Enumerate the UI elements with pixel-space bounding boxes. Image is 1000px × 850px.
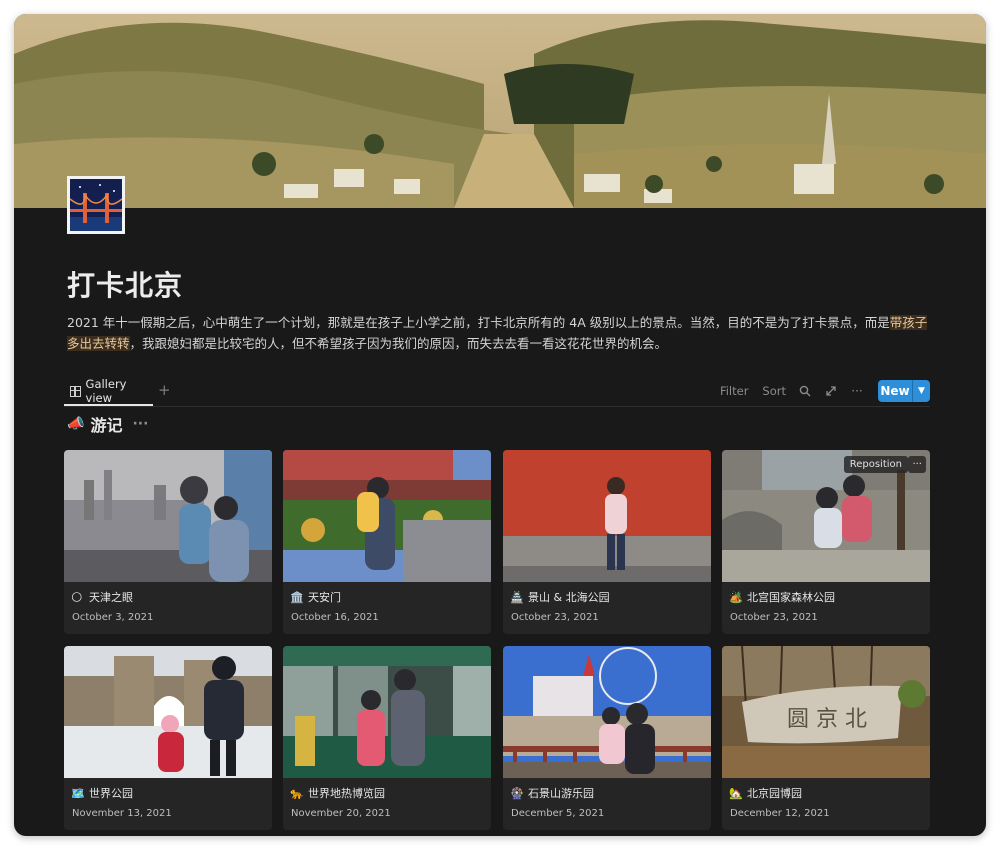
gallery-card[interactable]: 🐆 世界地热博览园 November 20, 2021 <box>283 646 491 830</box>
cover-more-button[interactable]: ··· <box>908 456 926 473</box>
card-date: October 3, 2021 <box>72 612 154 623</box>
card-cover-image <box>283 646 491 778</box>
card-title: 🐆 世界地热博览园 <box>290 785 385 801</box>
toolbar-actions: Filter Sort ··· New ▼ <box>706 380 930 402</box>
database-toolbar: Gallery view + Filter Sort ··· New ▼ <box>64 377 930 407</box>
card-title-text: 天安门 <box>308 591 341 604</box>
more-options-icon[interactable]: ··· <box>850 384 864 398</box>
card-date: October 23, 2021 <box>511 612 599 623</box>
moon-icon: 🌕 <box>71 590 83 604</box>
card-cover-image: 圆 京 北 <box>722 646 930 778</box>
card-title-text: 北宫国家森林公园 <box>747 591 835 604</box>
ferris-wheel-icon: 🎡 <box>510 786 524 800</box>
group-header[interactable]: 📣 游记 ··· <box>67 412 148 436</box>
card-title-text: 石景山游乐园 <box>528 787 594 800</box>
card-title: 🏯 景山 & 北海公园 <box>510 589 610 605</box>
group-title: 游记 <box>90 416 123 435</box>
card-cover-image <box>64 646 272 778</box>
card-date: December 12, 2021 <box>730 808 830 819</box>
card-title-text: 景山 & 北海公园 <box>528 591 610 604</box>
new-button-label: New <box>880 384 910 398</box>
tab-gallery-view-label: Gallery view <box>85 377 127 405</box>
card-cover-image: Reposition ··· <box>722 450 930 582</box>
world-map-icon: 🗺️ <box>71 786 85 800</box>
gallery-card[interactable]: 圆 京 北 🏡 北京园博园 December 12, 2021 <box>722 646 930 830</box>
card-cover-image <box>503 646 711 778</box>
classical-building-icon: 🏛️ <box>290 590 304 604</box>
card-date: November 13, 2021 <box>72 808 172 819</box>
card-title-text: 北京园博园 <box>747 787 802 800</box>
chevron-down-icon[interactable]: ▼ <box>913 386 930 396</box>
card-date: November 20, 2021 <box>291 808 391 819</box>
tab-gallery-view[interactable]: Gallery view <box>64 377 153 406</box>
reposition-button[interactable]: Reposition <box>843 456 908 473</box>
gallery-card[interactable]: 🗺️ 世界公园 November 13, 2021 <box>64 646 272 830</box>
new-button[interactable]: New ▼ <box>878 380 930 402</box>
card-title: 🏡 北京园博园 <box>729 785 802 801</box>
sort-button[interactable]: Sort <box>762 384 786 398</box>
card-date: December 5, 2021 <box>511 808 605 819</box>
japanese-castle-icon: 🏯 <box>510 590 524 604</box>
card-title: 🏕️ 北宫国家森林公园 <box>729 589 835 605</box>
group-menu-button[interactable]: ··· <box>132 416 148 432</box>
page-description[interactable]: 2021 年十一假期之后，心中萌生了一个计划，那就是在孩子上小学之前，打卡北京所… <box>67 312 937 354</box>
megaphone-icon: 📣 <box>67 416 85 432</box>
card-title-text: 天津之眼 <box>89 591 133 604</box>
golden-gate-bridge-icon[interactable] <box>67 176 125 234</box>
house-with-garden-icon: 🏡 <box>729 786 743 800</box>
card-date: October 16, 2021 <box>291 612 379 623</box>
leopard-icon: 🐆 <box>290 786 304 800</box>
gallery-card[interactable]: 🏛️ 天安门 October 16, 2021 <box>283 450 491 634</box>
search-icon[interactable] <box>798 384 812 398</box>
camping-icon: 🏕️ <box>729 590 743 604</box>
card-title-text: 世界公园 <box>89 787 133 800</box>
stone-inscription: 圆 京 北 <box>787 707 867 732</box>
filter-button[interactable]: Filter <box>720 384 748 398</box>
gallery-card[interactable]: 🏯 景山 & 北海公园 October 23, 2021 <box>503 450 711 634</box>
gallery-card[interactable]: 🌕 天津之眼 October 3, 2021 <box>64 450 272 634</box>
card-title: 🎡 石景山游乐园 <box>510 785 594 801</box>
gallery-card[interactable]: 🎡 石景山游乐园 December 5, 2021 <box>503 646 711 830</box>
description-text: 2021 年十一假期之后，心中萌生了一个计划，那就是在孩子上小学之前，打卡北京所… <box>67 315 890 330</box>
card-title-text: 世界地热博览园 <box>308 787 385 800</box>
gallery-grid-icon <box>70 385 81 397</box>
card-date: October 23, 2021 <box>730 612 818 623</box>
page-title[interactable]: 打卡北京 <box>67 264 183 304</box>
card-cover-image <box>503 450 711 582</box>
card-title: 🌕 天津之眼 <box>71 589 133 605</box>
page-cover-image[interactable] <box>14 14 986 208</box>
expand-icon[interactable] <box>824 384 838 398</box>
description-text-end: ，我跟媳妇都是比较宅的人，但不希望孩子因为我们的原因，而失去去看一看这花花世界的… <box>129 336 668 351</box>
card-cover-image <box>283 450 491 582</box>
gallery-card[interactable]: Reposition ··· 🏕️ 北宫国家森林公园 October 23, 2… <box>722 450 930 634</box>
card-cover-image <box>64 450 272 582</box>
add-view-button[interactable]: + <box>158 381 171 399</box>
card-title: 🗺️ 世界公园 <box>71 785 133 801</box>
card-title: 🏛️ 天安门 <box>290 589 341 605</box>
notion-window: 打卡北京 2021 年十一假期之后，心中萌生了一个计划，那就是在孩子上小学之前，… <box>14 14 986 836</box>
